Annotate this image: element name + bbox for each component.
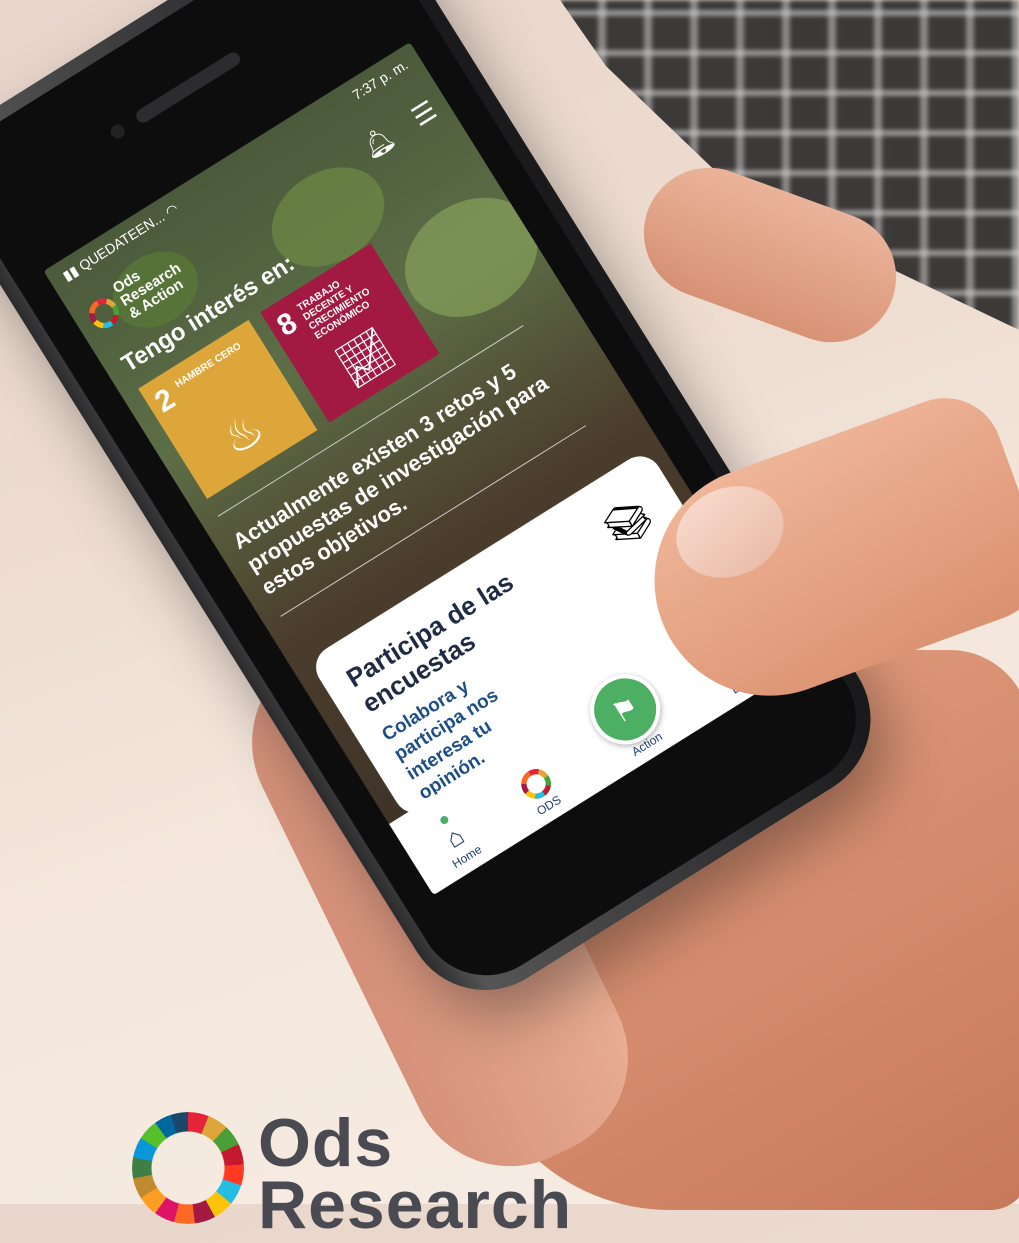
home-icon: ⌂: [440, 820, 470, 854]
ods-ring-logo-icon: [132, 1112, 244, 1224]
nav-home[interactable]: ⌂ Home: [428, 808, 484, 871]
menu-icon[interactable]: ☰: [406, 94, 442, 133]
bell-icon[interactable]: 🔔︎: [356, 120, 400, 164]
books-icon: 📚︎: [595, 491, 662, 556]
phone-screen: ▮▮ QUEDATEEN... ◠ 7:37 p. m. Ods Researc…: [43, 42, 800, 896]
brand-logo: Ods Research: [132, 1105, 573, 1243]
ods-ring-icon: [83, 292, 125, 335]
front-camera: [108, 121, 128, 142]
signal-icon: ▮▮: [59, 262, 82, 284]
wifi-icon: ◠: [162, 199, 182, 220]
brand-line: Ods: [258, 1105, 394, 1181]
nav-ods[interactable]: ODS: [515, 763, 565, 820]
earpiece-speaker: [133, 49, 243, 126]
brand-line: Research: [258, 1167, 573, 1243]
